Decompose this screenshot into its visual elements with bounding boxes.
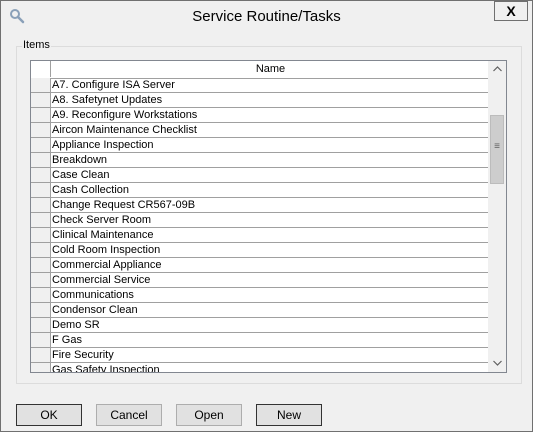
row-selector[interactable] <box>31 333 51 347</box>
row-name-cell: Clinical Maintenance <box>52 229 154 241</box>
row-name-cell: Aircon Maintenance Checklist <box>52 124 197 136</box>
row-selector[interactable] <box>31 93 51 107</box>
row-name-cell: Change Request CR567-09B <box>52 199 196 211</box>
table-row[interactable]: Condensor Clean <box>31 303 490 318</box>
row-name-cell: Condensor Clean <box>52 304 138 316</box>
row-selector[interactable] <box>31 123 51 137</box>
table-row[interactable]: Demo SR <box>31 318 490 333</box>
table-row[interactable]: Aircon Maintenance Checklist <box>31 123 490 138</box>
chevron-down-icon[interactable] <box>489 355 506 372</box>
row-selector[interactable] <box>31 138 51 152</box>
table-row[interactable]: A9. Reconfigure Workstations <box>31 108 490 123</box>
open-button[interactable]: Open <box>176 404 242 426</box>
row-name-cell: Breakdown <box>52 154 108 166</box>
table-row[interactable]: Case Clean <box>31 168 490 183</box>
row-name-cell: Communications <box>52 289 134 301</box>
table-row[interactable]: A8. Safetynet Updates <box>31 93 490 108</box>
row-selector[interactable] <box>31 303 51 317</box>
cancel-button[interactable]: Cancel <box>96 404 162 426</box>
title-bar[interactable]: Service Routine/Tasks X <box>1 1 532 31</box>
table-row[interactable]: Check Server Room <box>31 213 490 228</box>
row-name-cell: Commercial Appliance <box>52 259 162 271</box>
table-row[interactable]: Fire Security <box>31 348 490 363</box>
row-name-cell: Cold Room Inspection <box>52 244 161 256</box>
chevron-up-icon[interactable] <box>489 61 506 78</box>
grid-header: Name <box>31 61 490 79</box>
table-row[interactable]: Cash Collection <box>31 183 490 198</box>
table-row[interactable]: Commercial Service <box>31 273 490 288</box>
vertical-scrollbar[interactable]: ≡ <box>488 61 506 372</box>
table-row[interactable]: Clinical Maintenance <box>31 228 490 243</box>
row-name-cell: Gas Safety Inspection <box>52 364 160 373</box>
row-selector[interactable] <box>31 318 51 332</box>
row-name-cell: Commercial Service <box>52 274 151 286</box>
close-button[interactable]: X <box>494 1 528 21</box>
row-selector[interactable] <box>31 153 51 167</box>
window-title: Service Routine/Tasks <box>192 8 341 25</box>
row-name-cell: F Gas <box>52 334 82 346</box>
row-name-cell: Cash Collection <box>52 184 130 196</box>
table-row[interactable]: Commercial Appliance <box>31 258 490 273</box>
table-row[interactable]: Appliance Inspection <box>31 138 490 153</box>
table-row[interactable]: Gas Safety Inspection <box>31 363 490 373</box>
row-name-cell: Appliance Inspection <box>52 139 154 151</box>
row-selector[interactable] <box>31 288 51 302</box>
row-name-cell: A7. Configure ISA Server <box>52 79 175 91</box>
column-header-name[interactable]: Name <box>51 63 490 75</box>
row-name-cell: Fire Security <box>52 349 114 361</box>
row-selector[interactable] <box>31 213 51 227</box>
close-icon: X <box>506 3 516 19</box>
row-name-cell: A8. Safetynet Updates <box>52 94 163 106</box>
row-selector[interactable] <box>31 273 51 287</box>
row-selector[interactable] <box>31 243 51 257</box>
open-button-label: Open <box>194 408 224 422</box>
row-selector[interactable] <box>31 228 51 242</box>
grip-icon: ≡ <box>494 141 500 152</box>
ok-button[interactable]: OK <box>16 404 82 426</box>
table-row[interactable]: F Gas <box>31 333 490 348</box>
grid-rows: A7. Configure ISA Server A8. Safetynet Up… <box>31 78 490 373</box>
new-button-label: New <box>276 408 301 422</box>
ok-button-label: OK <box>40 408 58 422</box>
row-name-cell: Demo SR <box>52 319 100 331</box>
header-select-cell[interactable] <box>31 61 51 77</box>
row-selector[interactable] <box>31 183 51 197</box>
row-selector[interactable] <box>31 363 51 372</box>
table-row[interactable]: Breakdown <box>31 153 490 168</box>
row-name-cell: Check Server Room <box>52 214 152 226</box>
items-grid[interactable]: Name A7. Configure ISA Server A8. Safetyn… <box>30 60 507 373</box>
row-selector[interactable] <box>31 258 51 272</box>
items-group-label: Items <box>22 39 51 51</box>
table-row[interactable]: Cold Room Inspection <box>31 243 490 258</box>
cancel-button-label: Cancel <box>110 408 148 422</box>
row-selector[interactable] <box>31 78 51 92</box>
row-name-cell: A9. Reconfigure Workstations <box>52 109 198 121</box>
row-selector[interactable] <box>31 348 51 362</box>
scrollbar-thumb[interactable]: ≡ <box>490 115 504 184</box>
row-selector[interactable] <box>31 168 51 182</box>
new-button[interactable]: New <box>256 404 322 426</box>
row-selector[interactable] <box>31 198 51 212</box>
row-name-cell: Case Clean <box>52 169 110 181</box>
table-row[interactable]: A7. Configure ISA Server <box>31 78 490 93</box>
row-selector[interactable] <box>31 108 51 122</box>
table-row[interactable]: Change Request CR567-09B <box>31 198 490 213</box>
table-row[interactable]: Communications <box>31 288 490 303</box>
